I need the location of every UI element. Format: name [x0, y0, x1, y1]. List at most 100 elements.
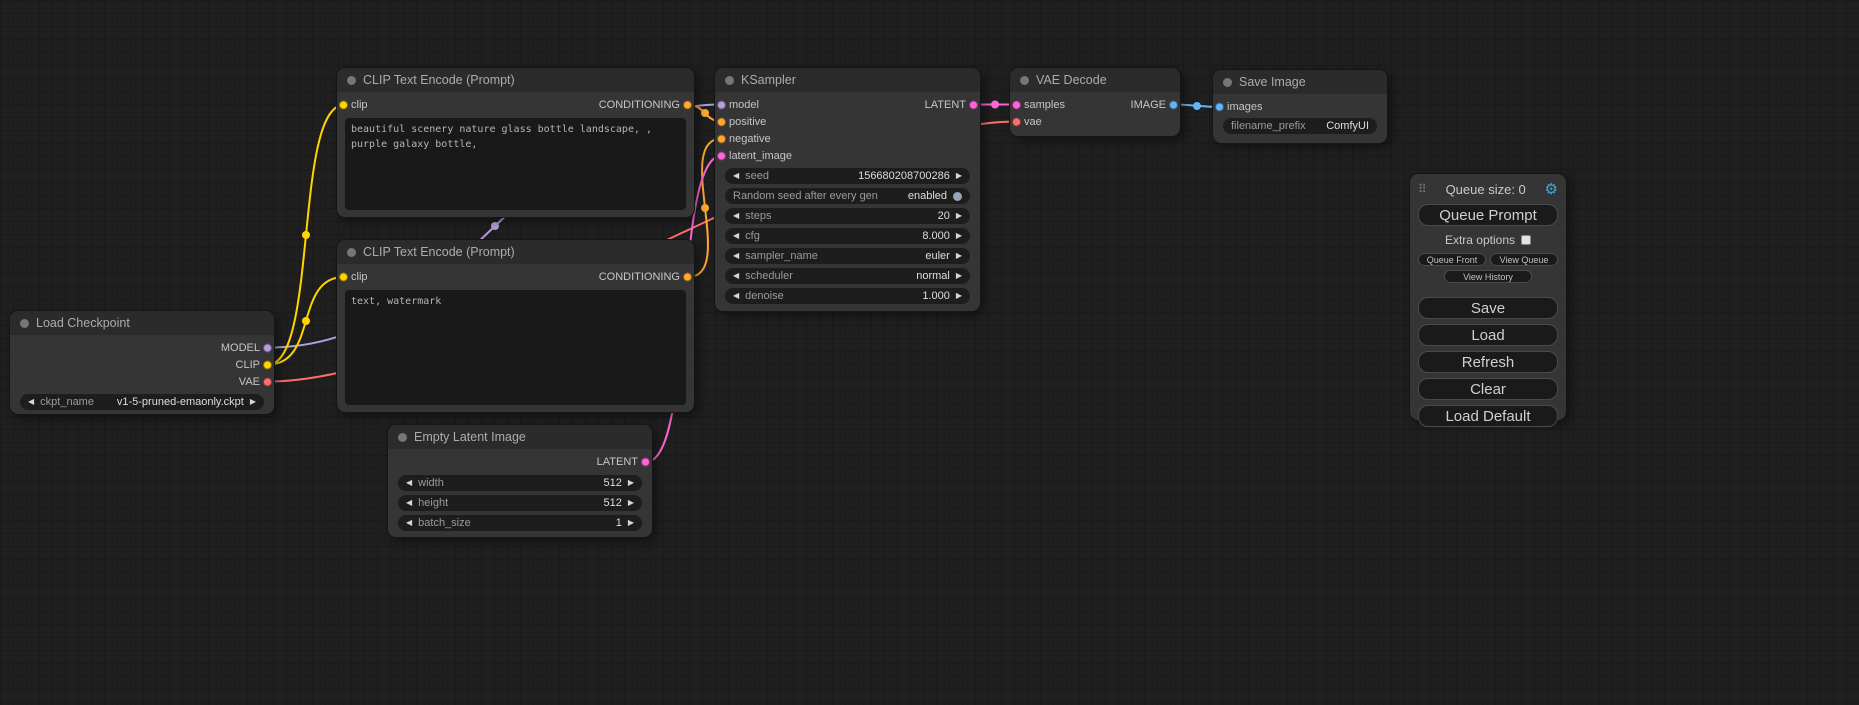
node-title-bar[interactable]: Save Image: [1213, 70, 1387, 94]
node-ksampler[interactable]: KSampler model LATENT positive negative …: [715, 68, 980, 311]
input-port-negative[interactable]: [717, 134, 726, 143]
node-collapse-dot-icon[interactable]: [725, 76, 734, 85]
output-port-image[interactable]: [1169, 100, 1178, 109]
link-midpoint-dot: [991, 101, 999, 109]
widget-width[interactable]: ◀ width 512 ▶: [398, 475, 642, 491]
settings-gear-icon[interactable]: ⚙: [1545, 182, 1558, 197]
node-load-checkpoint[interactable]: Load Checkpoint MODEL CLIP VAE ◀ ckpt_na…: [10, 311, 274, 414]
decrement-arrow-icon[interactable]: ◀: [406, 499, 412, 507]
view-queue-button[interactable]: View Queue: [1490, 253, 1558, 266]
increment-arrow-icon[interactable]: ▶: [956, 292, 962, 300]
drag-handle-icon[interactable]: ⠿: [1418, 182, 1427, 196]
node-vae-decode[interactable]: VAE Decode samples IMAGE vae: [1010, 68, 1180, 136]
increment-arrow-icon[interactable]: ▶: [956, 172, 962, 180]
extra-options-checkbox[interactable]: [1521, 235, 1531, 245]
input-port-model[interactable]: [717, 100, 726, 109]
node-title: KSampler: [741, 73, 796, 87]
input-port-samples[interactable]: [1012, 100, 1021, 109]
link-midpoint-dot: [491, 222, 499, 230]
view-history-button[interactable]: View History: [1444, 270, 1532, 283]
node-collapse-dot-icon[interactable]: [347, 76, 356, 85]
toggle-knob[interactable]: [953, 192, 962, 201]
save-button[interactable]: Save: [1418, 297, 1558, 319]
output-port-latent[interactable]: [641, 458, 650, 467]
node-title-bar[interactable]: CLIP Text Encode (Prompt): [337, 240, 694, 264]
decrement-arrow-icon[interactable]: ◀: [733, 232, 739, 240]
increment-arrow-icon[interactable]: ▶: [956, 272, 962, 280]
output-port-vae[interactable]: [263, 377, 272, 386]
input-port-positive[interactable]: [717, 117, 726, 126]
link-midpoint-dot: [302, 231, 310, 239]
input-port-vae[interactable]: [1012, 117, 1021, 126]
increment-arrow-icon[interactable]: ▶: [628, 479, 634, 487]
queue-front-button[interactable]: Queue Front: [1418, 253, 1486, 266]
input-port-latent-image[interactable]: [717, 151, 726, 160]
queue-prompt-button[interactable]: Queue Prompt: [1418, 204, 1558, 226]
increment-arrow-icon[interactable]: ▶: [956, 232, 962, 240]
widget-scheduler[interactable]: ◀ scheduler normal ▶: [725, 268, 970, 284]
node-clip-text-encode-positive[interactable]: CLIP Text Encode (Prompt) clip CONDITION…: [337, 68, 694, 217]
widget-seed[interactable]: ◀ seed 156680208700286 ▶: [725, 168, 970, 184]
node-clip-text-encode-negative[interactable]: CLIP Text Encode (Prompt) clip CONDITION…: [337, 240, 694, 412]
decrement-arrow-icon[interactable]: ◀: [28, 398, 34, 406]
input-port-images[interactable]: [1215, 103, 1224, 112]
input-label: negative: [729, 133, 771, 145]
widget-filename-prefix[interactable]: filename_prefix ComfyUI: [1223, 118, 1377, 134]
node-title-bar[interactable]: VAE Decode: [1010, 68, 1180, 92]
prompt-textarea[interactable]: text, watermark: [345, 290, 686, 405]
output-port-clip[interactable]: [263, 360, 272, 369]
increment-arrow-icon[interactable]: ▶: [628, 499, 634, 507]
increment-arrow-icon[interactable]: ▶: [956, 212, 962, 220]
refresh-button[interactable]: Refresh: [1418, 351, 1558, 373]
output-port-conditioning[interactable]: [683, 273, 692, 282]
node-collapse-dot-icon[interactable]: [20, 319, 29, 328]
widget-steps[interactable]: ◀ steps 20 ▶: [725, 208, 970, 224]
output-slot-model: MODEL: [10, 339, 274, 356]
output-port-latent[interactable]: [969, 100, 978, 109]
output-label: LATENT: [597, 456, 638, 468]
decrement-arrow-icon[interactable]: ◀: [733, 172, 739, 180]
node-title-bar[interactable]: Load Checkpoint: [10, 311, 274, 335]
output-port-conditioning[interactable]: [683, 101, 692, 110]
load-default-button[interactable]: Load Default: [1418, 405, 1558, 427]
node-title: CLIP Text Encode (Prompt): [363, 245, 515, 259]
output-port-model[interactable]: [263, 343, 272, 352]
node-collapse-dot-icon[interactable]: [398, 433, 407, 442]
clear-button[interactable]: Clear: [1418, 378, 1558, 400]
widget-random-seed-toggle[interactable]: Random seed after every gen enabled: [725, 188, 970, 204]
node-title-bar[interactable]: KSampler: [715, 68, 980, 92]
node-collapse-dot-icon[interactable]: [1223, 78, 1232, 87]
increment-arrow-icon[interactable]: ▶: [628, 519, 634, 527]
input-port-clip[interactable]: [339, 273, 348, 282]
decrement-arrow-icon[interactable]: ◀: [733, 292, 739, 300]
node-save-image[interactable]: Save Image images filename_prefix ComfyU…: [1213, 70, 1387, 143]
node-title-bar[interactable]: CLIP Text Encode (Prompt): [337, 68, 694, 92]
prompt-textarea[interactable]: beautiful scenery nature glass bottle la…: [345, 118, 686, 210]
node-graph-canvas[interactable]: Load Checkpoint MODEL CLIP VAE ◀ ckpt_na…: [0, 0, 1859, 705]
node-title-bar[interactable]: Empty Latent Image: [388, 425, 652, 449]
input-label: positive: [729, 116, 766, 128]
input-port-clip[interactable]: [339, 101, 348, 110]
decrement-arrow-icon[interactable]: ◀: [406, 479, 412, 487]
widget-denoise[interactable]: ◀ denoise 1.000 ▶: [725, 288, 970, 304]
widget-height[interactable]: ◀ height 512 ▶: [398, 495, 642, 511]
decrement-arrow-icon[interactable]: ◀: [733, 252, 739, 260]
node-empty-latent-image[interactable]: Empty Latent Image LATENT ◀ width 512 ▶ …: [388, 425, 652, 537]
output-label: VAE: [239, 376, 260, 388]
widget-sampler-name[interactable]: ◀ sampler_name euler ▶: [725, 248, 970, 264]
widget-cfg[interactable]: ◀ cfg 8.000 ▶: [725, 228, 970, 244]
comfyui-menu-panel: ⠿ Queue size: 0 ⚙ Queue Prompt Extra opt…: [1410, 174, 1566, 420]
node-collapse-dot-icon[interactable]: [347, 248, 356, 257]
widget-batch-size[interactable]: ◀ batch_size 1 ▶: [398, 515, 642, 531]
widget-value: ComfyUI: [1326, 120, 1369, 132]
widget-ckpt-name[interactable]: ◀ ckpt_name v1-5-pruned-emaonly.ckpt ▶: [20, 394, 264, 410]
decrement-arrow-icon[interactable]: ◀: [733, 272, 739, 280]
input-label: samples: [1024, 99, 1065, 111]
increment-arrow-icon[interactable]: ▶: [250, 398, 256, 406]
decrement-arrow-icon[interactable]: ◀: [406, 519, 412, 527]
node-collapse-dot-icon[interactable]: [1020, 76, 1029, 85]
increment-arrow-icon[interactable]: ▶: [956, 252, 962, 260]
widget-label: seed: [745, 170, 769, 182]
decrement-arrow-icon[interactable]: ◀: [733, 212, 739, 220]
load-button[interactable]: Load: [1418, 324, 1558, 346]
